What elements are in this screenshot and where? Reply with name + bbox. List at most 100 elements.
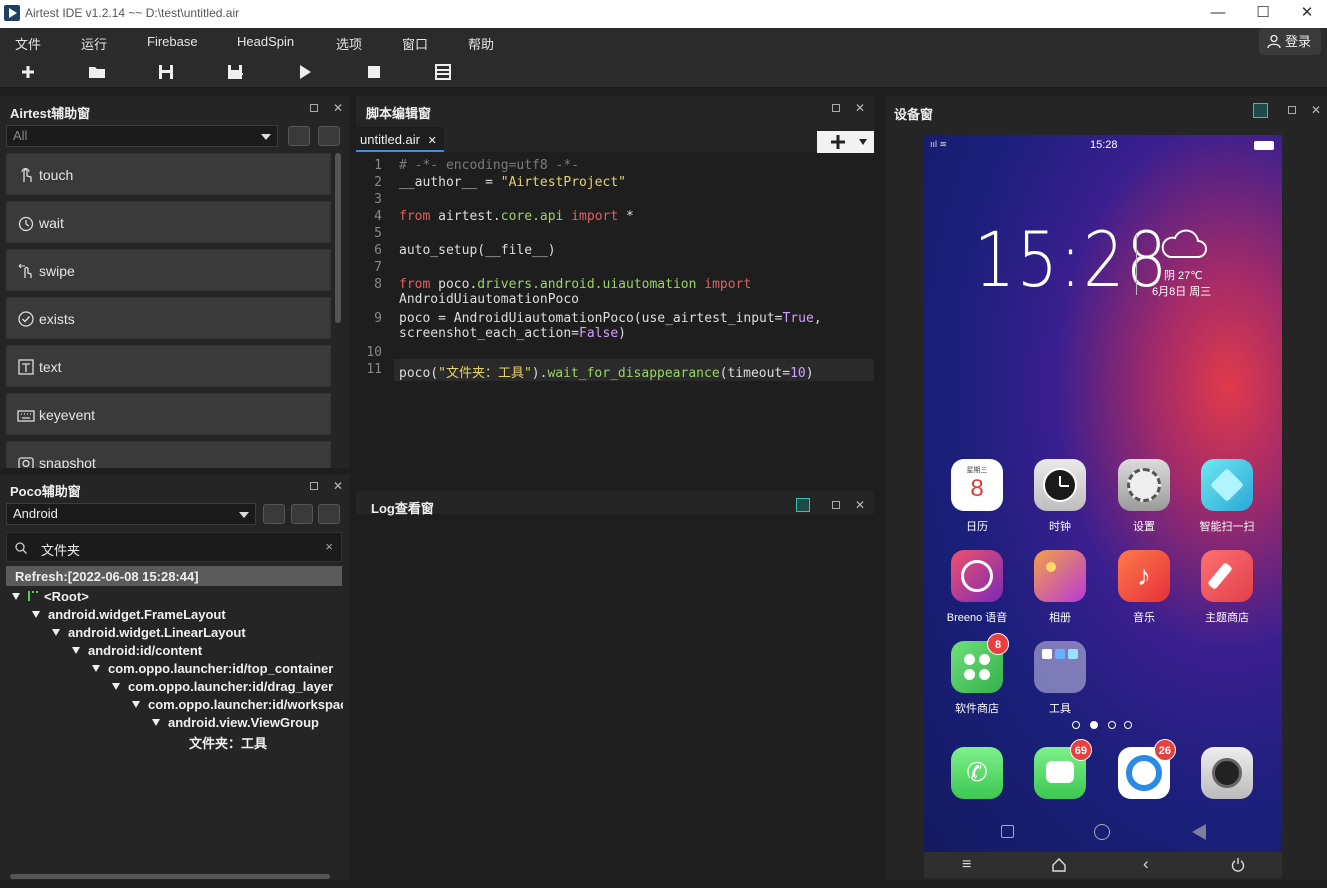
tree-node[interactable]: 文件夹：工具 (189, 733, 267, 752)
api-wait-button[interactable]: wait (6, 201, 331, 243)
float-panel-button[interactable] (310, 480, 322, 492)
tree-node[interactable]: android.widget.LinearLayout (52, 625, 246, 640)
device-tools-icon[interactable] (1253, 103, 1268, 118)
save-as-icon[interactable] (225, 62, 245, 82)
folder-tools[interactable]: 工具 (1020, 641, 1100, 716)
tree-node[interactable]: android:id/content (72, 643, 202, 658)
home-icon[interactable] (1051, 857, 1067, 873)
line-number: 5 (374, 226, 382, 241)
page-dot[interactable] (1108, 721, 1116, 729)
login-button[interactable]: 登录 (1259, 28, 1321, 55)
api-swipe-button[interactable]: swipe (6, 249, 331, 291)
close-panel-button[interactable]: ✕ (1310, 104, 1322, 116)
api-label: text (39, 359, 62, 375)
tab-close-button[interactable]: ✕ (428, 135, 437, 147)
app-breeno[interactable]: Breeno 语音 (937, 550, 1017, 625)
api-touch-button[interactable]: touch (6, 153, 331, 195)
menu-icon[interactable]: ≡ (962, 856, 971, 874)
line-number: 7 (374, 260, 382, 275)
refresh-icon[interactable] (291, 504, 313, 524)
tree-node[interactable]: com.oppo.launcher:id/drag_layer (112, 679, 333, 694)
record-button[interactable] (318, 504, 340, 524)
tree-horizontal-scrollbar[interactable] (10, 874, 330, 879)
minimize-button[interactable]: — (1195, 0, 1241, 28)
stop-icon[interactable] (364, 62, 384, 82)
tree-node[interactable]: <Root> (12, 589, 89, 604)
device-screen[interactable]: ııl ≋ 15:28 15:28 阴 27℃ 6月8日 周三 星期三 8 日历… (924, 135, 1282, 853)
new-icon[interactable] (18, 62, 38, 82)
menu-headspin[interactable]: HeadSpin (237, 34, 294, 49)
tree-node[interactable]: android.view.ViewGroup (152, 715, 319, 730)
app-calendar[interactable]: 星期三 8 日历 (937, 459, 1017, 534)
app-theme-store[interactable]: 主题商店 (1187, 550, 1267, 625)
keyboard-icon (17, 410, 35, 422)
run-icon[interactable] (295, 62, 315, 82)
page-dot-active[interactable] (1090, 721, 1098, 729)
save-icon[interactable] (156, 62, 176, 82)
page-dot[interactable] (1124, 721, 1132, 729)
open-folder-icon[interactable] (87, 62, 107, 82)
tree-node[interactable]: com.oppo.launcher:id/top_container (92, 661, 333, 676)
close-window-button[interactable]: ✕ (1284, 0, 1327, 28)
chevron-down-icon (239, 512, 249, 518)
menu-help[interactable]: 帮助 (468, 34, 494, 53)
menu-firebase[interactable]: Firebase (147, 34, 198, 49)
code-line: # -*- encoding=utf8 -*- (399, 158, 580, 173)
float-panel-button[interactable] (1288, 104, 1300, 116)
recents-key-icon[interactable] (1001, 825, 1014, 838)
back-icon[interactable]: ‹ (1143, 854, 1149, 874)
tab-untitled[interactable]: untitled.air ✕ (356, 127, 444, 152)
menu-window[interactable]: 窗口 (402, 34, 428, 53)
filter-icon[interactable] (796, 498, 810, 512)
record-button[interactable] (318, 126, 340, 146)
dock-messages[interactable]: 69 (1020, 739, 1100, 799)
code-line: poco("文件夹：工具").wait_for_disappearance(ti… (399, 366, 814, 381)
code-line: poco = AndroidUiautomationPoco(use_airte… (399, 311, 822, 341)
back-key-icon[interactable] (1192, 824, 1206, 840)
dock-browser[interactable]: 26 (1104, 739, 1184, 799)
api-label: snapshot (39, 455, 96, 468)
api-snapshot-button[interactable]: snapshot (6, 441, 331, 468)
api-filter-select[interactable]: All (6, 125, 278, 147)
menu-file[interactable]: 文件 (15, 34, 41, 53)
api-keyevent-button[interactable]: keyevent (6, 393, 331, 435)
tree-node[interactable]: android.widget.FrameLayout (32, 607, 226, 622)
api-text-button[interactable]: text (6, 345, 331, 387)
poco-mode-select[interactable]: Android (6, 503, 256, 525)
app-settings[interactable]: 设置 (1104, 459, 1184, 534)
lock-icon[interactable] (263, 504, 285, 524)
screenshot-select-button[interactable] (288, 126, 310, 146)
menu-options[interactable]: 选项 (336, 34, 362, 53)
app-smart-scan[interactable]: 智能扫一扫 (1187, 459, 1267, 534)
float-panel-button[interactable] (832, 499, 844, 511)
close-panel-button[interactable]: ✕ (332, 480, 344, 492)
tree-node[interactable]: com.oppo.launcher:id/workspac (132, 697, 343, 712)
new-tab-button[interactable] (817, 131, 874, 153)
chevron-down-icon (859, 139, 867, 145)
float-panel-button[interactable] (310, 102, 322, 114)
dock-phone[interactable]: ✆ (937, 747, 1017, 799)
status-time: 15:28 (1090, 139, 1118, 151)
app-music[interactable]: ♪ 音乐 (1104, 550, 1184, 625)
app-gallery[interactable]: 相册 (1020, 550, 1100, 625)
dock-camera[interactable] (1187, 747, 1267, 799)
close-panel-button[interactable]: ✕ (332, 102, 344, 114)
maximize-button[interactable]: ☐ (1240, 0, 1286, 28)
clear-search-button[interactable]: × (325, 539, 333, 554)
home-key-icon[interactable] (1094, 824, 1110, 840)
toolbar (0, 56, 1327, 88)
power-icon[interactable] (1230, 857, 1246, 873)
code-area[interactable]: 1 # -*- encoding=utf8 -*- 2 __author__ =… (356, 154, 874, 478)
float-panel-button[interactable] (832, 102, 844, 114)
menu-run[interactable]: 运行 (81, 34, 107, 53)
app-software-store[interactable]: 8 软件商店 (937, 633, 1017, 716)
app-clock[interactable]: 时钟 (1020, 459, 1100, 534)
ui-hierarchy-tree: <Root> android.widget.FrameLayout androi… (0, 587, 343, 857)
page-dot[interactable] (1072, 721, 1080, 729)
log-icon[interactable] (433, 62, 453, 82)
close-panel-button[interactable]: ✕ (854, 102, 866, 114)
poco-search-input[interactable]: 文件夹 × (6, 532, 342, 562)
close-panel-button[interactable]: ✕ (854, 499, 866, 511)
api-list-scrollbar[interactable] (335, 153, 341, 323)
api-exists-button[interactable]: exists (6, 297, 331, 339)
